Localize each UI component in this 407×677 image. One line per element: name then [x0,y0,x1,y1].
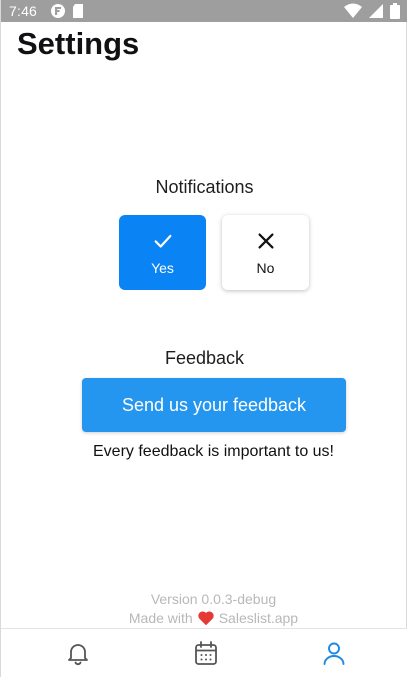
no-label: No [256,259,275,276]
wifi-icon [344,3,362,22]
heart-icon [198,611,214,626]
version-text: Version 0.0.3-debug [150,591,277,607]
app-frame: 7:46 Settings Notifications Yes No Feedb… [0,0,407,677]
user-icon [323,642,345,665]
status-time: 7:46 [9,3,38,19]
status-right-icons [344,3,400,22]
notifications-no-button[interactable]: No [222,215,309,290]
send-feedback-button[interactable]: Send us your feedback [82,378,346,432]
battery-icon [390,3,400,22]
page-title: Settings [17,26,140,61]
nav-alerts-tab[interactable] [64,639,92,667]
notifications-yes-button[interactable]: Yes [119,215,206,290]
signal-icon [368,3,384,22]
bell-icon [68,644,88,666]
nav-calendar-tab[interactable] [192,639,220,667]
status-left-icons [50,3,84,22]
notifications-label: Notifications [155,177,254,197]
close-icon [257,232,274,249]
calendar-icon [195,641,217,665]
bottom-navigation [1,628,407,677]
status-bar: 7:46 [1,0,407,22]
nav-profile-tab[interactable] [320,639,348,667]
check-icon [154,234,171,248]
yes-label: Yes [151,259,174,276]
made-with-prefix: Made with [128,610,193,626]
feedback-note: Every feedback is important to us! [93,443,334,460]
made-with-text: Made with Saleslist.app [1,610,407,626]
feedback-label: Feedback [164,348,245,368]
app-notification-icon [50,3,66,22]
sd-card-icon [72,3,84,22]
made-with-brand-link[interactable]: Saleslist.app [219,610,298,626]
